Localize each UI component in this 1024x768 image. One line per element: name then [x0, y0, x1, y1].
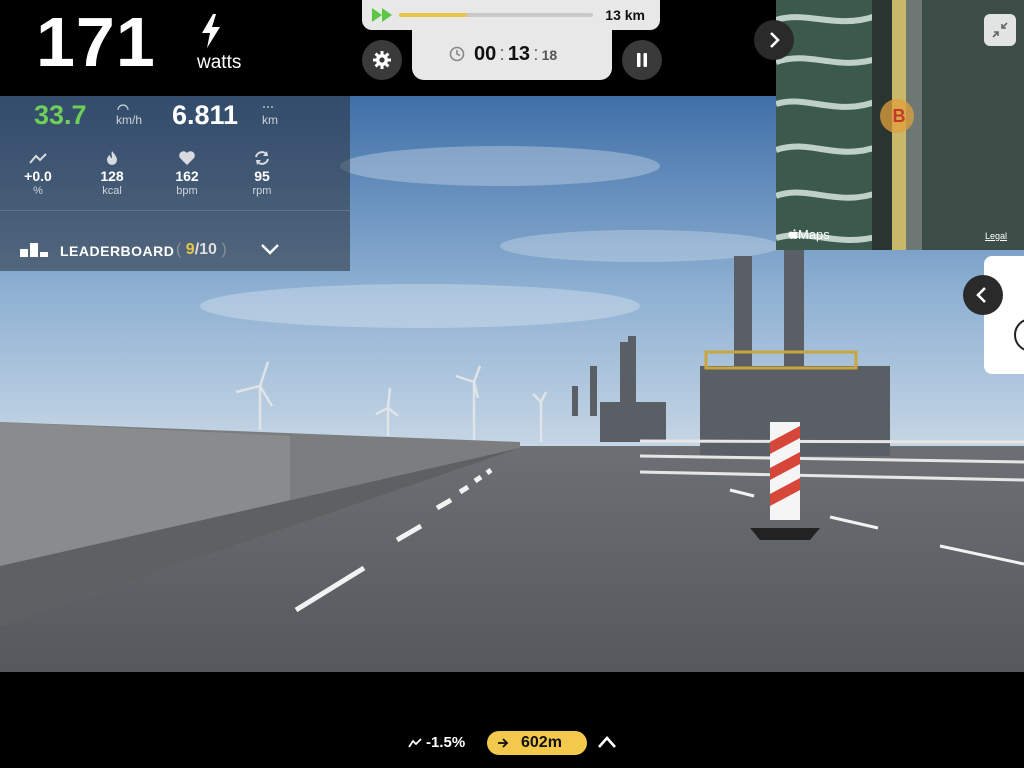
timer-minutes: 13: [507, 43, 531, 65]
side-panel-card[interactable]: [984, 256, 1024, 374]
distance-icon: [263, 106, 273, 108]
map-next-button[interactable]: [754, 20, 794, 60]
leaderboard-rank: 9: [185, 241, 195, 258]
grade-value: +0.0: [24, 168, 52, 184]
elapsed-timer: 00:13:18: [412, 30, 612, 80]
chevron-up-icon[interactable]: [596, 733, 618, 751]
route-progress-fill: [399, 13, 467, 17]
calories-label: kcal: [102, 185, 122, 197]
heart-icon: [179, 151, 195, 165]
leaderboard-icon: [20, 243, 48, 257]
collapse-map-button[interactable]: [984, 14, 1016, 46]
distance-unit: km: [262, 113, 278, 127]
pause-button[interactable]: [622, 40, 662, 80]
leaderboard-total: 10: [199, 241, 217, 258]
speed-value: 33.7: [34, 100, 87, 130]
leaderboard-label: LEADERBOARD: [60, 243, 175, 259]
route-total-distance: 13 km: [605, 7, 645, 23]
lightning-bolt-icon: [202, 14, 220, 48]
cadence-label: rpm: [252, 185, 272, 197]
leaderboard-toggle[interactable]: LEADERBOARD ( 9/10 ): [20, 236, 320, 266]
chevron-down-icon: [261, 244, 279, 255]
cadence-stat: 95 rpm: [237, 150, 287, 197]
side-panel-back-button[interactable]: [963, 275, 1003, 315]
flame-icon: [107, 151, 117, 165]
chevron-left-icon: [976, 287, 986, 303]
route-progress-track: [399, 13, 593, 17]
collapse-icon: [992, 22, 1008, 38]
arrow-right-icon: [498, 738, 509, 748]
calories-stat: 128 kcal: [87, 150, 137, 197]
fast-forward-icon: [372, 8, 392, 22]
grade-label: %: [33, 185, 43, 197]
slope-icon: [29, 153, 47, 164]
heart-rate-stat: 162 bpm: [162, 150, 212, 197]
slope-icon: [408, 738, 422, 748]
maps-attribution: Maps: [788, 227, 830, 242]
timer-hours: 00: [474, 43, 497, 65]
power-value: 171: [36, 3, 156, 81]
power-unit: watts: [197, 52, 242, 73]
grade-stat: +0.0 %: [13, 150, 63, 197]
legal-link[interactable]: Legal: [985, 231, 1007, 241]
side-panel-ring: [1014, 318, 1024, 352]
leaderboard-position: ( 9/10 ): [176, 241, 227, 258]
gear-icon: [373, 51, 391, 69]
apple-logo-icon: [788, 229, 798, 239]
next-turn-pill: 602m: [487, 731, 587, 755]
upcoming-grade: -1.5%: [408, 734, 465, 751]
cadence-icon: [255, 151, 269, 165]
calories-value: 128: [100, 168, 124, 184]
heart-rate-value: 162: [175, 168, 199, 184]
chevron-right-icon: [770, 32, 780, 48]
clock-icon: [449, 46, 465, 62]
timer-seconds: 18: [541, 47, 558, 63]
stats-divider: [0, 210, 350, 211]
upcoming-grade-value: -1.5%: [426, 734, 466, 751]
next-turn-distance: 602m: [521, 734, 562, 751]
maps-label: Maps: [798, 227, 830, 242]
speedometer-icon: [117, 104, 129, 110]
pause-icon: [637, 53, 647, 67]
heart-rate-label: bpm: [176, 185, 198, 197]
route-progress-panel: 13 km: [362, 0, 660, 30]
map-position-marker: B: [892, 106, 906, 126]
cadence-value: 95: [254, 168, 270, 184]
speed-unit: km/h: [116, 113, 143, 127]
distance-value: 6.811: [172, 100, 239, 130]
settings-button[interactable]: [362, 40, 402, 80]
